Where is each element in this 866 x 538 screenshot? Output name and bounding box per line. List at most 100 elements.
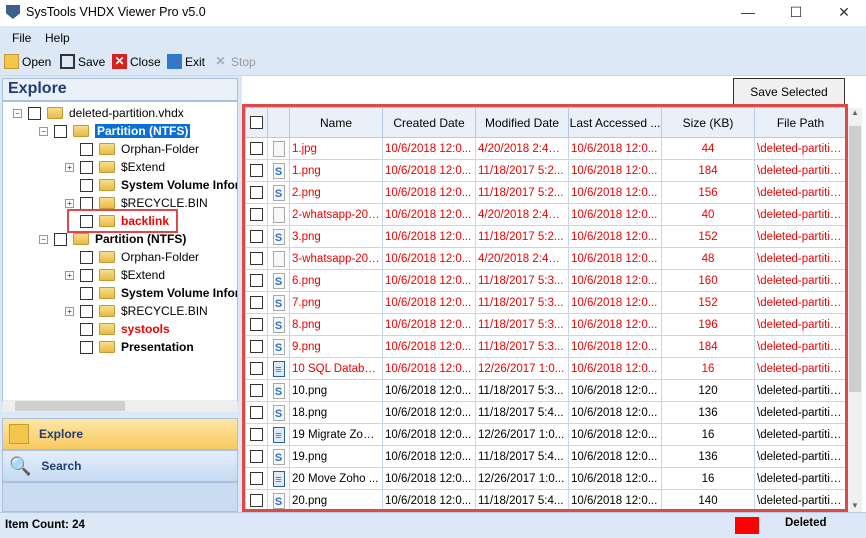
row-checkbox[interactable] (250, 142, 263, 155)
open-button[interactable]: Open (4, 54, 51, 69)
row-checkbox[interactable] (250, 296, 263, 309)
save-selected-button[interactable]: Save Selected (733, 78, 845, 105)
tree-horizontal-scrollbar[interactable] (3, 400, 237, 412)
row-checkbox[interactable] (250, 494, 263, 507)
tree-checkbox[interactable] (80, 250, 93, 264)
tree-node[interactable]: + $RECYCLE.BIN (65, 194, 208, 212)
row-checkbox-cell[interactable] (245, 269, 268, 292)
tree-node[interactable]: − Partition (NTFS) (39, 230, 186, 248)
table-row[interactable]: S 19.png 10/6/2018 12:0... 11/18/2017 5:4..… (245, 445, 845, 468)
scroll-down-arrow-icon[interactable]: ▼ (848, 501, 862, 510)
tree-node[interactable]: + $Extend (65, 266, 165, 284)
tree-checkbox[interactable] (80, 340, 93, 354)
tree-node[interactable]: Orphan-Folder (80, 248, 199, 266)
row-checkbox-cell[interactable] (245, 401, 268, 424)
row-checkbox-cell[interactable] (245, 181, 268, 204)
column-name[interactable]: Name (289, 107, 383, 138)
tree-checkbox[interactable] (80, 214, 93, 228)
select-all-header[interactable] (245, 107, 268, 138)
minimize-button[interactable]: — (738, 4, 758, 20)
tree-checkbox[interactable] (80, 142, 93, 156)
exit-button[interactable]: → Exit (167, 54, 205, 69)
expand-icon[interactable]: + (65, 306, 74, 316)
menu-help[interactable]: Help (45, 31, 70, 45)
table-row[interactable]: S 2.png 10/6/2018 12:0... 11/18/2017 5:2...… (245, 181, 845, 204)
stop-button[interactable]: ✕ Stop (213, 54, 255, 69)
row-checkbox-cell[interactable] (245, 423, 268, 446)
row-checkbox[interactable] (250, 384, 263, 397)
tree-node[interactable]: + $Extend (65, 158, 165, 176)
row-checkbox[interactable] (250, 186, 263, 199)
row-checkbox[interactable] (250, 230, 263, 243)
row-checkbox[interactable] (250, 208, 263, 221)
tree-checkbox[interactable] (80, 178, 93, 192)
tree-checkbox[interactable] (54, 124, 67, 138)
row-checkbox-cell[interactable] (245, 313, 268, 336)
row-checkbox-cell[interactable] (245, 291, 268, 314)
close-button[interactable]: ✕ Close (112, 54, 161, 69)
row-checkbox-cell[interactable] (245, 225, 268, 248)
row-checkbox-cell[interactable] (245, 357, 268, 380)
table-row[interactable]: S 10.png 10/6/2018 12:0... 11/18/2017 5:3..… (245, 379, 845, 402)
row-checkbox[interactable] (250, 318, 263, 331)
row-checkbox-cell[interactable] (245, 335, 268, 358)
grid-vertical-scrollbar[interactable]: ▲ ▼ (848, 108, 862, 512)
tree-node[interactable]: backlink (66, 209, 179, 233)
table-row[interactable]: S 18.png 10/6/2018 12:0... 11/18/2017 5:4..… (245, 401, 845, 424)
scroll-thumb[interactable] (849, 126, 861, 392)
row-checkbox-cell[interactable] (245, 445, 268, 468)
row-checkbox[interactable] (250, 472, 263, 485)
column-modified-date[interactable]: Modified Date (475, 107, 569, 138)
scroll-up-arrow-icon[interactable]: ▲ (848, 108, 862, 117)
table-row[interactable]: ≡ 20 Move Zoho ... 10/6/2018 12:0... 12/26/… (245, 467, 845, 490)
tree-node[interactable]: − deleted-partition.vhdx (13, 104, 184, 122)
tree-node[interactable]: System Volume Information (80, 284, 237, 302)
save-button[interactable]: Save (60, 54, 105, 69)
table-row[interactable]: S 9.png 10/6/2018 12:0... 11/18/2017 5:3...… (245, 335, 845, 358)
tree-node[interactable]: Orphan-Folder (80, 140, 199, 158)
table-row[interactable]: S 3.png 10/6/2018 12:0... 11/18/2017 5:2...… (245, 225, 845, 248)
collapse-icon[interactable]: − (13, 108, 22, 118)
tree-checkbox[interactable] (28, 106, 41, 120)
collapse-icon[interactable]: − (39, 126, 48, 136)
column-created-date[interactable]: Created Date (382, 107, 476, 138)
tree-checkbox[interactable] (80, 322, 93, 336)
row-checkbox[interactable] (250, 406, 263, 419)
tree-node[interactable]: systools (80, 320, 170, 338)
tree-checkbox[interactable] (80, 286, 93, 300)
table-row[interactable]: S 6.png 10/6/2018 12:0... 11/18/2017 5:3...… (245, 269, 845, 292)
folder-tree[interactable]: − deleted-partition.vhdx − Partition (NTFS)… (2, 101, 238, 401)
row-checkbox-cell[interactable] (245, 137, 268, 160)
tree-checkbox[interactable] (54, 232, 67, 246)
row-checkbox-cell[interactable] (245, 467, 268, 490)
close-window-button[interactable]: ✕ (834, 4, 854, 21)
tree-checkbox[interactable] (80, 304, 93, 318)
table-row[interactable]: 2-whatsapp-201... 10/6/2018 12:0... 4/20/2… (245, 203, 845, 226)
table-row[interactable]: ≡ 19 Migrate Zoho ... 10/6/2018 12:0... 12/… (245, 423, 845, 446)
tree-checkbox[interactable] (80, 160, 93, 174)
table-row[interactable]: S 8.png 10/6/2018 12:0... 11/18/2017 5:3...… (245, 313, 845, 336)
table-row[interactable]: ≡ 10 SQL Databas... 10/6/2018 12:0... 12/26… (245, 357, 845, 380)
tree-checkbox[interactable] (80, 268, 93, 282)
row-checkbox-cell[interactable] (245, 247, 268, 270)
row-checkbox[interactable] (250, 164, 263, 177)
row-checkbox-cell[interactable] (245, 489, 268, 509)
row-checkbox[interactable] (250, 340, 263, 353)
row-checkbox-cell[interactable] (245, 159, 268, 182)
table-row[interactable]: 3-whatsapp-201... 10/6/2018 12:0... 4/20/2… (245, 247, 845, 270)
table-row[interactable]: S 7.png 10/6/2018 12:0... 11/18/2017 5:3...… (245, 291, 845, 314)
nav-search[interactable]: 🔍 Search (2, 450, 238, 482)
table-row[interactable]: S 1.png 10/6/2018 12:0... 11/18/2017 5:2...… (245, 159, 845, 182)
table-row[interactable]: 1.jpg 10/6/2018 12:0... 4/20/2018 2:47:...… (245, 137, 845, 160)
row-checkbox[interactable] (250, 362, 263, 375)
row-checkbox-cell[interactable] (245, 379, 268, 402)
row-checkbox-cell[interactable] (245, 203, 268, 226)
tree-node[interactable]: + $RECYCLE.BIN (65, 302, 208, 320)
row-checkbox[interactable] (250, 428, 263, 441)
row-checkbox[interactable] (250, 252, 263, 265)
expand-icon[interactable]: + (65, 198, 74, 208)
tree-node[interactable]: System Volume Information (80, 176, 237, 194)
tree-node[interactable]: Presentation (80, 338, 194, 356)
tree-node[interactable]: − Partition (NTFS) (39, 122, 191, 140)
row-checkbox[interactable] (250, 450, 263, 463)
